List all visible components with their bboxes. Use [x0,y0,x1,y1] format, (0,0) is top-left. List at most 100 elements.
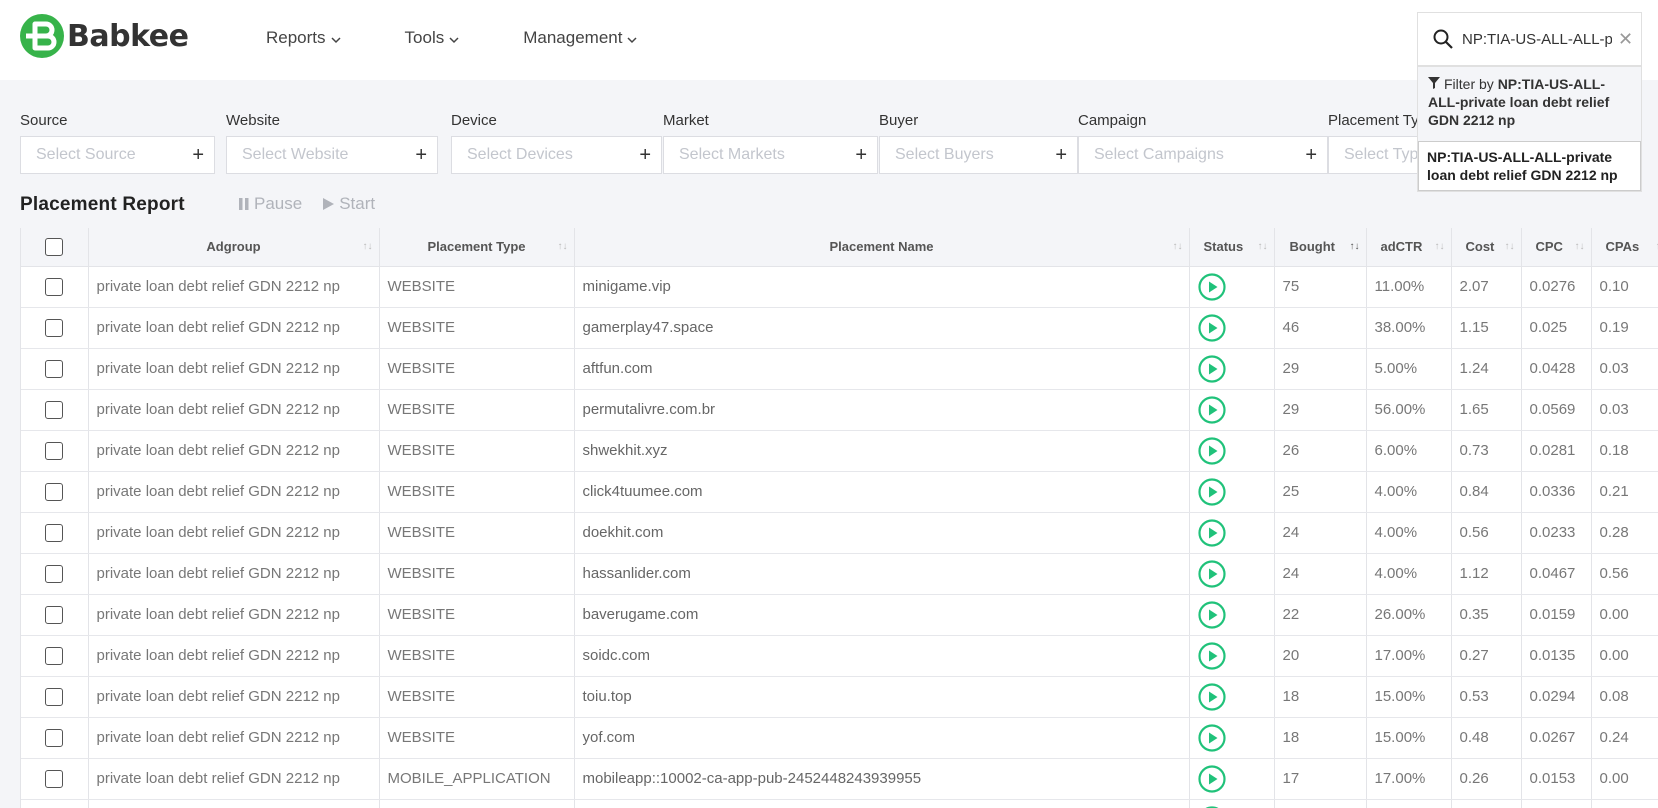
suggestion-option[interactable]: NP:TIA-US-ALL-ALL-private loan debt reli… [1418,141,1641,191]
table-row[interactable]: private loan debt relief GDN 2212 np WEBS… [21,553,1658,595]
row-checkbox[interactable] [45,728,64,747]
buyer-select[interactable]: Select Buyers + [879,136,1078,174]
website-select[interactable]: Select Website + [226,136,438,174]
table-row[interactable]: private loan debt relief GDN 2212 np WEBS… [21,676,1658,718]
row-checkbox[interactable] [45,564,64,583]
filter-website: Website Select Website + [226,112,438,174]
filter-by-prefix: Filter by [1444,76,1494,92]
row-checkbox[interactable] [45,441,64,460]
cell-placement-name: soidc.com [574,635,1190,677]
play-status-icon[interactable] [1197,395,1226,424]
row-select-cell [21,348,89,390]
col-cpas[interactable]: CPAs↑↓ [1591,228,1658,267]
col-placement-type[interactable]: Placement Type ↑↓ [379,228,575,267]
row-checkbox[interactable] [45,523,64,542]
play-status-icon[interactable] [1197,764,1226,793]
table-row[interactable]: private loan debt relief GDN 2212 np WEBS… [21,635,1658,677]
col-cost[interactable]: Cost ↑↓ [1451,228,1522,267]
col-adgroup[interactable]: Adgroup ↑↓ [88,228,380,267]
row-checkbox[interactable] [45,687,64,706]
table-row[interactable]: private loan debt relief GDN 2212 np WEBS… [21,348,1658,390]
cell-placement-type: WEBSITE [379,635,575,677]
row-checkbox[interactable] [45,646,64,665]
cell-adgroup: private loan debt relief GDN 2212 np [88,348,380,390]
play-status-icon[interactable] [1197,641,1226,670]
table-row[interactable]: private loan debt relief GDN 2212 np WEBS… [21,717,1658,759]
cell-status [1189,594,1275,636]
cell-cpas: 0.56 [1591,553,1658,595]
cell-placement-name: baverugame.com [574,594,1190,636]
play-status-icon[interactable] [1197,436,1226,465]
play-status-icon[interactable] [1197,518,1226,547]
play-status-icon[interactable] [1197,723,1226,752]
filter-by-suggestion[interactable]: Filter by NP:TIA-US-ALL-ALL-private loan… [1418,67,1641,137]
nav-management[interactable]: Management [523,28,637,48]
cell-cpc: 0.0233 [1521,512,1592,554]
table-row[interactable]: private loan debt relief GDN 2212 np WEBS… [21,594,1658,636]
play-status-icon[interactable] [1197,477,1226,506]
device-select[interactable]: Select Devices + [451,136,662,174]
col-bought[interactable]: Bought ↑↓ [1274,228,1367,267]
col-adctr[interactable]: adCTR ↑↓ [1366,228,1452,267]
cell-cpas: 0.00 [1591,635,1658,677]
select-all-checkbox[interactable] [45,237,64,256]
table-row[interactable]: private loan debt relief GDN 2212 np WEBS… [21,430,1658,472]
cell-adgroup: private loan debt relief GDN 2212 np [88,307,380,349]
pause-button[interactable]: Pause [238,194,302,214]
col-placement-name[interactable]: Placement Name ↑↓ [574,228,1190,267]
market-select[interactable]: Select Markets + [663,136,878,174]
brand-logo[interactable]: Babkee [20,14,189,58]
row-checkbox[interactable] [45,482,64,501]
col-placement-name-label: Placement Name [829,239,934,255]
row-checkbox[interactable] [45,277,64,296]
table-row[interactable]: private loan debt relief GDN 2212 np WEBS… [21,389,1658,431]
sort-icon: ↑↓ [362,241,373,252]
table-row[interactable]: private loan debt relief GDN 2212 np WEBS… [21,266,1658,308]
cell-adgroup: private loan debt relief GDN 2212 np [88,717,380,759]
start-button[interactable]: Start [322,194,375,214]
row-checkbox[interactable] [45,359,64,378]
cell-placement-type: WEBSITE [379,512,575,554]
chevron-down-icon [449,36,459,43]
cell-cpc [1521,799,1592,808]
table-row[interactable] [21,799,1658,808]
col-cost-label: Cost [1465,239,1495,255]
table-row[interactable]: private loan debt relief GDN 2212 np WEBS… [21,471,1658,513]
main-nav: Reports Tools Management [266,28,701,48]
cell-cpc: 0.0159 [1521,594,1592,636]
col-cpc[interactable]: CPC ↑↓ [1521,228,1592,267]
search-value[interactable]: NP:TIA-US-ALL-ALL-p [1462,31,1612,48]
row-select-cell [21,430,89,472]
cell-placement-type: WEBSITE [379,430,575,472]
source-select[interactable]: Select Source + [20,136,215,174]
search-input[interactable]: NP:TIA-US-ALL-ALL-p ✕ [1417,12,1642,66]
play-status-icon[interactable] [1197,272,1226,301]
play-status-icon[interactable] [1197,354,1226,383]
row-checkbox[interactable] [45,318,64,337]
cell-placement-type: MOBILE_APPLICATION [379,758,575,800]
row-checkbox[interactable] [45,605,64,624]
nav-reports[interactable]: Reports [266,28,341,48]
col-status[interactable]: Status ↑↓ [1189,228,1275,267]
play-status-icon[interactable] [1197,559,1226,588]
cell-placement-type: WEBSITE [379,471,575,513]
cell-cost: 1.15 [1451,307,1522,349]
table-row[interactable]: private loan debt relief GDN 2212 np MOBI… [21,758,1658,800]
cell-placement-name: minigame.vip [574,266,1190,308]
play-status-icon[interactable] [1197,313,1226,342]
cell-status [1189,676,1275,718]
clear-search-icon[interactable]: ✕ [1618,29,1633,50]
row-checkbox[interactable] [45,400,64,419]
play-status-icon[interactable] [1197,682,1226,711]
col-adctr-label: adCTR [1380,239,1423,255]
cell-cpc: 0.0267 [1521,717,1592,759]
cell-cost: 1.24 [1451,348,1522,390]
col-status-label: Status [1203,239,1244,255]
nav-tools[interactable]: Tools [405,28,460,48]
play-status-icon[interactable] [1197,600,1226,629]
row-checkbox[interactable] [45,769,64,788]
campaign-select[interactable]: Select Campaigns + [1078,136,1328,174]
table-row[interactable]: private loan debt relief GDN 2212 np WEBS… [21,512,1658,554]
filter-source-label: Source [20,112,68,129]
table-row[interactable]: private loan debt relief GDN 2212 np WEBS… [21,307,1658,349]
